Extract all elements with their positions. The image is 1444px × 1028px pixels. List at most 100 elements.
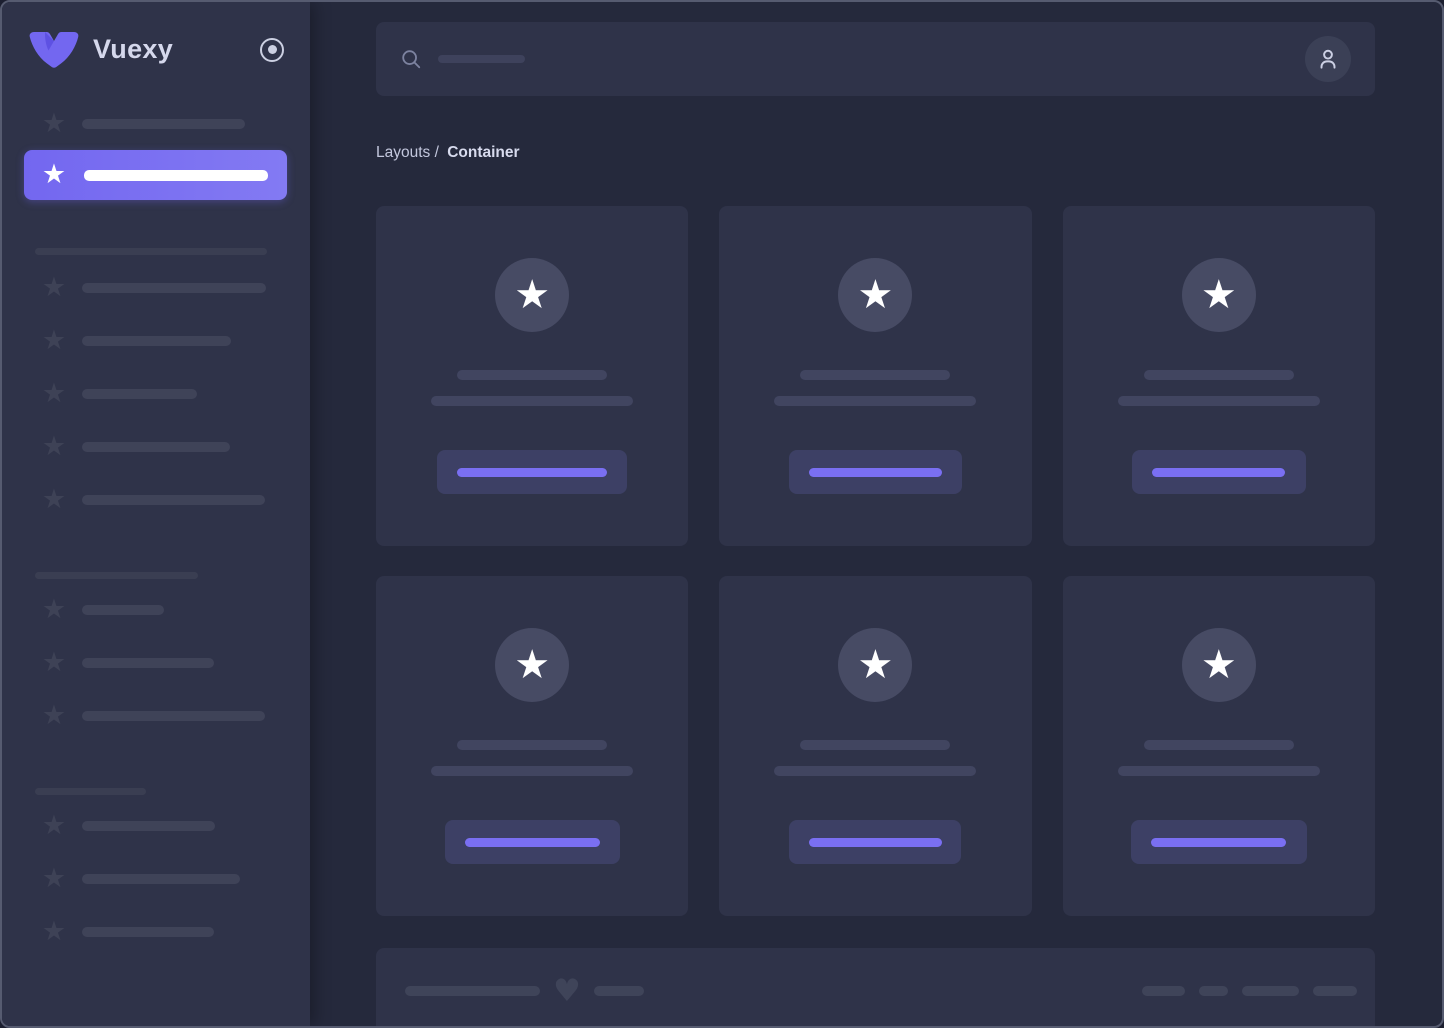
nav-item[interactable]: ★ <box>2 367 310 420</box>
nav-item[interactable]: ★ <box>2 689 310 742</box>
search-icon[interactable] <box>400 48 422 70</box>
vuexy-logo-icon <box>29 31 79 68</box>
nav-label-skeleton <box>82 926 214 937</box>
card-avatar: ★ <box>838 258 913 332</box>
card-title-skeleton <box>457 740 608 750</box>
star-icon: ★ <box>41 107 67 139</box>
star-icon: ★ <box>41 377 67 409</box>
breadcrumb: Layouts / Container <box>376 142 1375 164</box>
nav-item[interactable]: ★ <box>2 852 310 905</box>
star-icon: ★ <box>41 593 67 625</box>
nav-label-skeleton <box>82 335 231 346</box>
card-subtitle-skeleton <box>774 766 977 776</box>
star-icon: ★ <box>41 483 67 515</box>
card-subtitle-skeleton <box>431 766 634 776</box>
card-button-skeleton[interactable] <box>1130 820 1307 864</box>
nav-label-skeleton <box>84 169 268 181</box>
star-icon: ★ <box>857 272 894 318</box>
star-icon: ★ <box>41 271 67 303</box>
menu-pin-dot <box>267 45 277 54</box>
star-icon: ★ <box>41 915 67 947</box>
card-avatar: ★ <box>1181 258 1256 332</box>
nav-label-skeleton <box>82 494 265 505</box>
star-icon: ★ <box>41 646 67 678</box>
nav-item[interactable]: ★ <box>2 420 310 473</box>
card: ★ <box>719 576 1032 916</box>
nav-label-skeleton <box>82 710 265 721</box>
main-content: Layouts / Container ★ ★ ★ ★ ★ ★ ♥ <box>310 2 1442 1026</box>
star-icon: ★ <box>514 642 551 688</box>
button-label-skeleton <box>1151 837 1287 847</box>
user-avatar[interactable] <box>1305 36 1351 82</box>
nav-label-skeleton <box>82 282 266 293</box>
footer-link-skeleton[interactable] <box>1199 986 1228 996</box>
card-title-skeleton <box>457 370 608 380</box>
card-title-skeleton <box>1143 370 1294 380</box>
footer-row: ♥ <box>405 976 1357 1007</box>
card-title-skeleton <box>800 740 951 750</box>
nav-item[interactable]: ★ <box>2 473 310 526</box>
star-icon: ★ <box>41 809 67 841</box>
menu-pin-toggle-icon[interactable] <box>260 37 284 62</box>
star-icon: ★ <box>41 324 67 356</box>
sidebar-menu: ★ ★ ★ ★ ★ ★ ★ ★ ★ ★ ★ ★ ★ <box>2 97 310 958</box>
brand-name: Vuexy <box>93 34 174 64</box>
footer-link-skeleton[interactable] <box>1313 986 1357 996</box>
card: ★ <box>376 206 689 546</box>
button-label-skeleton <box>808 837 942 847</box>
card-avatar: ★ <box>838 628 913 702</box>
nav-label-skeleton <box>82 657 214 668</box>
nav-label-skeleton <box>82 873 240 884</box>
footer-link-skeleton[interactable] <box>1142 986 1185 996</box>
navbar <box>376 22 1375 96</box>
card: ★ <box>719 206 1032 546</box>
star-icon: ★ <box>41 430 67 462</box>
card-button-skeleton[interactable] <box>788 450 962 494</box>
footer-text-skeleton <box>405 986 540 996</box>
nav-item[interactable]: ★ <box>2 314 310 367</box>
sidebar: Vuexy ★ ★ ★ ★ ★ ★ ★ ★ ★ ★ ★ ★ ★ <box>2 2 310 1026</box>
nav-section-skeleton <box>35 572 198 579</box>
star-icon: ★ <box>514 272 551 318</box>
card-button-skeleton[interactable] <box>1131 450 1306 494</box>
card: ★ <box>1062 576 1375 916</box>
cards-grid: ★ ★ ★ ★ ★ ★ <box>376 206 1375 916</box>
nav-item-active[interactable]: ★ <box>24 150 287 200</box>
button-label-skeleton <box>808 467 942 477</box>
star-icon: ★ <box>41 699 67 731</box>
star-icon: ★ <box>857 642 894 688</box>
card: ★ <box>1062 206 1375 546</box>
footer-card: ♥ <box>376 948 1375 1026</box>
nav-label-skeleton <box>82 820 215 831</box>
nav-item[interactable]: ★ <box>2 583 310 636</box>
card-avatar: ★ <box>495 628 570 702</box>
footer-links <box>1142 986 1357 996</box>
button-label-skeleton <box>457 467 608 477</box>
nav-label-skeleton <box>82 441 230 452</box>
star-icon: ★ <box>41 159 67 190</box>
footer-link-skeleton[interactable] <box>1242 986 1299 996</box>
button-label-skeleton <box>464 837 600 847</box>
nav-section-skeleton <box>35 248 267 255</box>
card-button-skeleton[interactable] <box>444 820 620 864</box>
footer-text-skeleton <box>593 986 644 996</box>
card-subtitle-skeleton <box>774 396 977 406</box>
heart-icon[interactable]: ♥ <box>553 976 581 1007</box>
breadcrumb-parent[interactable]: Layouts / <box>376 144 439 161</box>
card-title-skeleton <box>1143 740 1294 750</box>
card-button-skeleton[interactable] <box>789 820 962 864</box>
card-subtitle-skeleton <box>431 396 634 406</box>
card-button-skeleton[interactable] <box>437 450 628 494</box>
search-input-skeleton[interactable] <box>438 55 525 63</box>
nav-item[interactable]: ★ <box>2 261 310 314</box>
app-window: Vuexy ★ ★ ★ ★ ★ ★ ★ ★ ★ ★ ★ ★ ★ Layouts / Container <box>0 0 1444 1028</box>
nav-item[interactable]: ★ <box>2 97 310 150</box>
nav-item[interactable]: ★ <box>2 905 310 958</box>
nav-label-skeleton <box>82 118 245 129</box>
nav-item[interactable]: ★ <box>2 636 310 689</box>
nav-label-skeleton <box>82 388 197 399</box>
card-title-skeleton <box>800 370 951 380</box>
nav-section-skeleton <box>35 788 146 795</box>
nav-item[interactable]: ★ <box>2 799 310 852</box>
card-subtitle-skeleton <box>1117 396 1320 406</box>
